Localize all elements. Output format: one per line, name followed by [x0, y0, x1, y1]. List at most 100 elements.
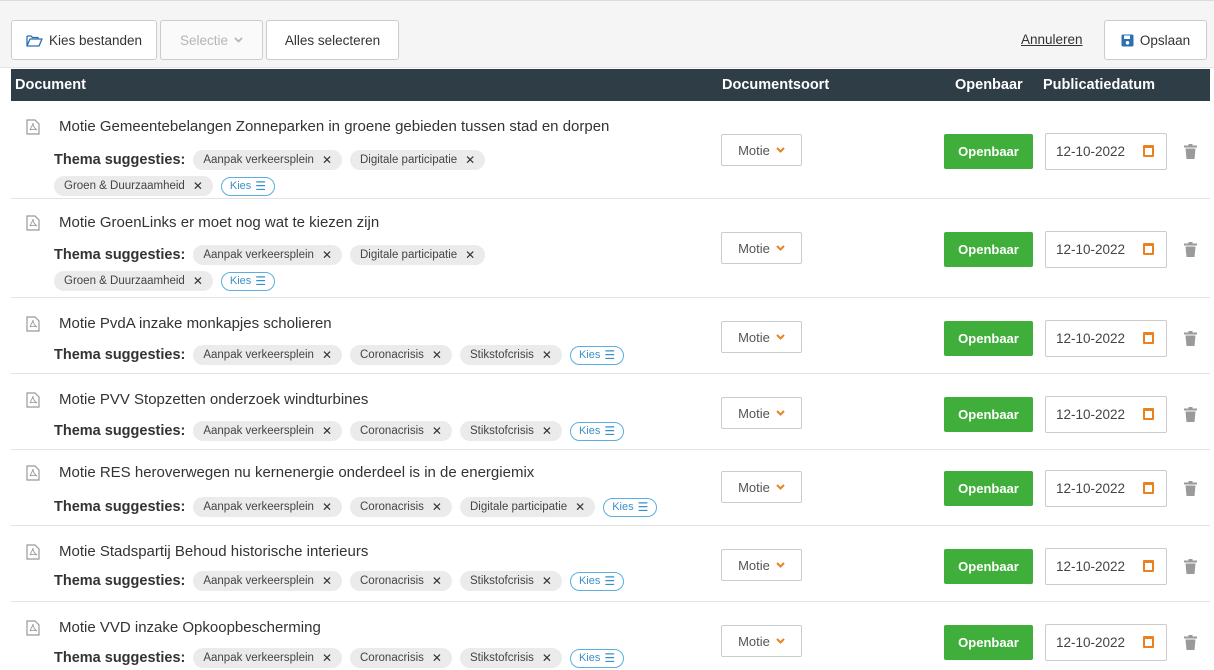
- remove-tag-icon[interactable]: ✕: [322, 574, 332, 588]
- trash-icon[interactable]: [1184, 144, 1197, 159]
- remove-tag-icon[interactable]: ✕: [193, 274, 203, 288]
- choose-theme-button[interactable]: Kies ☰: [220, 271, 276, 291]
- doc-type-select[interactable]: Motie: [721, 549, 802, 581]
- public-toggle-button[interactable]: Openbaar: [944, 471, 1033, 506]
- remove-tag-icon[interactable]: ✕: [193, 179, 203, 193]
- public-toggle-button[interactable]: Openbaar: [944, 549, 1033, 584]
- cancel-link[interactable]: Annuleren: [1021, 32, 1083, 47]
- remove-tag-icon[interactable]: ✕: [465, 248, 475, 262]
- remove-tag-icon[interactable]: ✕: [322, 651, 332, 665]
- choose-theme-label: Kies: [612, 501, 634, 513]
- doc-type-select[interactable]: Motie: [721, 321, 802, 353]
- doc-type-value: Motie: [738, 329, 770, 345]
- publication-date-input[interactable]: 12-10-2022: [1045, 396, 1167, 433]
- remove-tag-icon[interactable]: ✕: [432, 424, 442, 438]
- pdf-file-icon: [26, 465, 40, 481]
- choose-theme-button[interactable]: Kies ☰: [569, 421, 625, 441]
- doc-type-select[interactable]: Motie: [721, 134, 802, 166]
- document-title[interactable]: Motie PvdA inzake monkapjes scholieren: [59, 315, 332, 332]
- doc-type-select[interactable]: Motie: [721, 232, 802, 264]
- choose-theme-button[interactable]: Kies ☰: [569, 571, 625, 591]
- theme-suggestions-label: Thema suggesties:: [54, 499, 186, 515]
- document-title[interactable]: Motie VVD inzake Opkoopbescherming: [59, 619, 321, 636]
- theme-tag-label: Aanpak verkeersplein: [203, 425, 314, 437]
- remove-tag-icon[interactable]: ✕: [432, 500, 442, 514]
- trash-icon[interactable]: [1184, 407, 1197, 422]
- choose-files-button[interactable]: Kies bestanden: [11, 20, 157, 60]
- theme-suggestions-label: Thema suggesties:: [54, 650, 186, 666]
- choose-theme-button[interactable]: Kies ☰: [569, 648, 625, 668]
- calendar-icon[interactable]: [1143, 408, 1154, 420]
- calendar-icon[interactable]: [1143, 332, 1154, 344]
- theme-tag: Aanpak verkeersplein ✕: [193, 245, 342, 265]
- remove-tag-icon[interactable]: ✕: [465, 153, 475, 167]
- theme-tag-label: Aanpak verkeersplein: [203, 154, 314, 166]
- theme-tag-label: Stikstofcrisis: [469, 425, 534, 437]
- remove-tag-icon[interactable]: ✕: [542, 574, 552, 588]
- save-button[interactable]: Opslaan: [1104, 20, 1207, 60]
- trash-icon[interactable]: [1184, 481, 1197, 496]
- public-toggle-button[interactable]: Openbaar: [944, 397, 1033, 432]
- remove-tag-icon[interactable]: ✕: [322, 153, 332, 167]
- choose-theme-button[interactable]: Kies ☰: [569, 345, 625, 365]
- publication-date-input[interactable]: 12-10-2022: [1045, 231, 1167, 268]
- doc-type-select[interactable]: Motie: [721, 397, 802, 429]
- publication-date-input[interactable]: 12-10-2022: [1045, 548, 1167, 585]
- doc-type-value: Motie: [738, 557, 770, 573]
- doc-type-select[interactable]: Motie: [721, 471, 802, 503]
- theme-suggestions: Thema suggesties: Aanpak verkeersplein ✕ D…: [54, 150, 654, 196]
- remove-tag-icon[interactable]: ✕: [542, 651, 552, 665]
- trash-icon[interactable]: [1184, 331, 1197, 346]
- document-title[interactable]: Motie Stadspartij Behoud historische int…: [59, 543, 368, 560]
- remove-tag-icon[interactable]: ✕: [432, 651, 442, 665]
- selection-dropdown[interactable]: Selectie: [160, 20, 263, 60]
- public-toggle-button[interactable]: Openbaar: [944, 321, 1033, 356]
- remove-tag-icon[interactable]: ✕: [432, 348, 442, 362]
- document-title[interactable]: Motie Gemeentebelangen Zonneparken in gr…: [59, 118, 609, 135]
- calendar-icon[interactable]: [1143, 145, 1154, 157]
- trash-icon[interactable]: [1184, 559, 1197, 574]
- remove-tag-icon[interactable]: ✕: [322, 348, 332, 362]
- theme-tag-label: Aanpak verkeersplein: [203, 501, 314, 513]
- remove-tag-icon[interactable]: ✕: [322, 424, 332, 438]
- calendar-icon[interactable]: [1143, 636, 1154, 648]
- publication-date-input[interactable]: 12-10-2022: [1045, 133, 1167, 170]
- publication-date-value: 12-10-2022: [1056, 331, 1126, 346]
- calendar-icon[interactable]: [1143, 243, 1154, 255]
- public-toggle-button[interactable]: Openbaar: [944, 134, 1033, 169]
- theme-tag-label: Aanpak verkeersplein: [203, 249, 314, 261]
- document-title[interactable]: Motie GroenLinks er moet nog wat te kiez…: [59, 214, 379, 231]
- trash-icon[interactable]: [1184, 635, 1197, 650]
- theme-tag: Aanpak verkeersplein ✕: [193, 345, 342, 365]
- theme-tag: Groen & Duurzaamheid ✕: [54, 271, 213, 291]
- publication-date-input[interactable]: 12-10-2022: [1045, 624, 1167, 661]
- choose-theme-button[interactable]: Kies ☰: [603, 497, 658, 517]
- document-title[interactable]: Motie PVV Stopzetten onderzoek windturbi…: [59, 391, 368, 408]
- choose-theme-button[interactable]: Kies ☰: [220, 176, 276, 196]
- public-toggle-label: Openbaar: [958, 144, 1019, 159]
- document-title[interactable]: Motie RES heroverwegen nu kernenergie on…: [59, 464, 534, 481]
- doc-type-select[interactable]: Motie: [721, 625, 802, 657]
- theme-suggestions: Thema suggesties: Aanpak verkeersplein ✕ C…: [54, 497, 674, 517]
- doc-type-value: Motie: [738, 405, 770, 421]
- remove-tag-icon[interactable]: ✕: [575, 500, 585, 514]
- public-toggle-button[interactable]: Openbaar: [944, 232, 1033, 267]
- remove-tag-icon[interactable]: ✕: [542, 348, 552, 362]
- theme-tag: Coronacrisis ✕: [350, 421, 452, 441]
- publication-date-input[interactable]: 12-10-2022: [1045, 320, 1167, 357]
- select-all-label: Alles selecteren: [284, 32, 381, 48]
- publication-date-input[interactable]: 12-10-2022: [1045, 470, 1167, 507]
- remove-tag-icon[interactable]: ✕: [322, 248, 332, 262]
- chevron-down-icon: [234, 37, 243, 43]
- select-all-button[interactable]: Alles selecteren: [266, 20, 399, 60]
- remove-tag-icon[interactable]: ✕: [432, 574, 442, 588]
- public-toggle-button[interactable]: Openbaar: [944, 625, 1033, 660]
- remove-tag-icon[interactable]: ✕: [542, 424, 552, 438]
- trash-icon[interactable]: [1184, 242, 1197, 257]
- theme-suggestions: Thema suggesties: Aanpak verkeersplein ✕ C…: [54, 571, 674, 591]
- calendar-icon[interactable]: [1143, 560, 1154, 572]
- calendar-icon[interactable]: [1143, 482, 1154, 494]
- remove-tag-icon[interactable]: ✕: [322, 500, 332, 514]
- theme-suggestions: Thema suggesties: Aanpak verkeersplein ✕ D…: [54, 245, 654, 291]
- theme-tag-label: Groen & Duurzaamheid: [64, 275, 185, 287]
